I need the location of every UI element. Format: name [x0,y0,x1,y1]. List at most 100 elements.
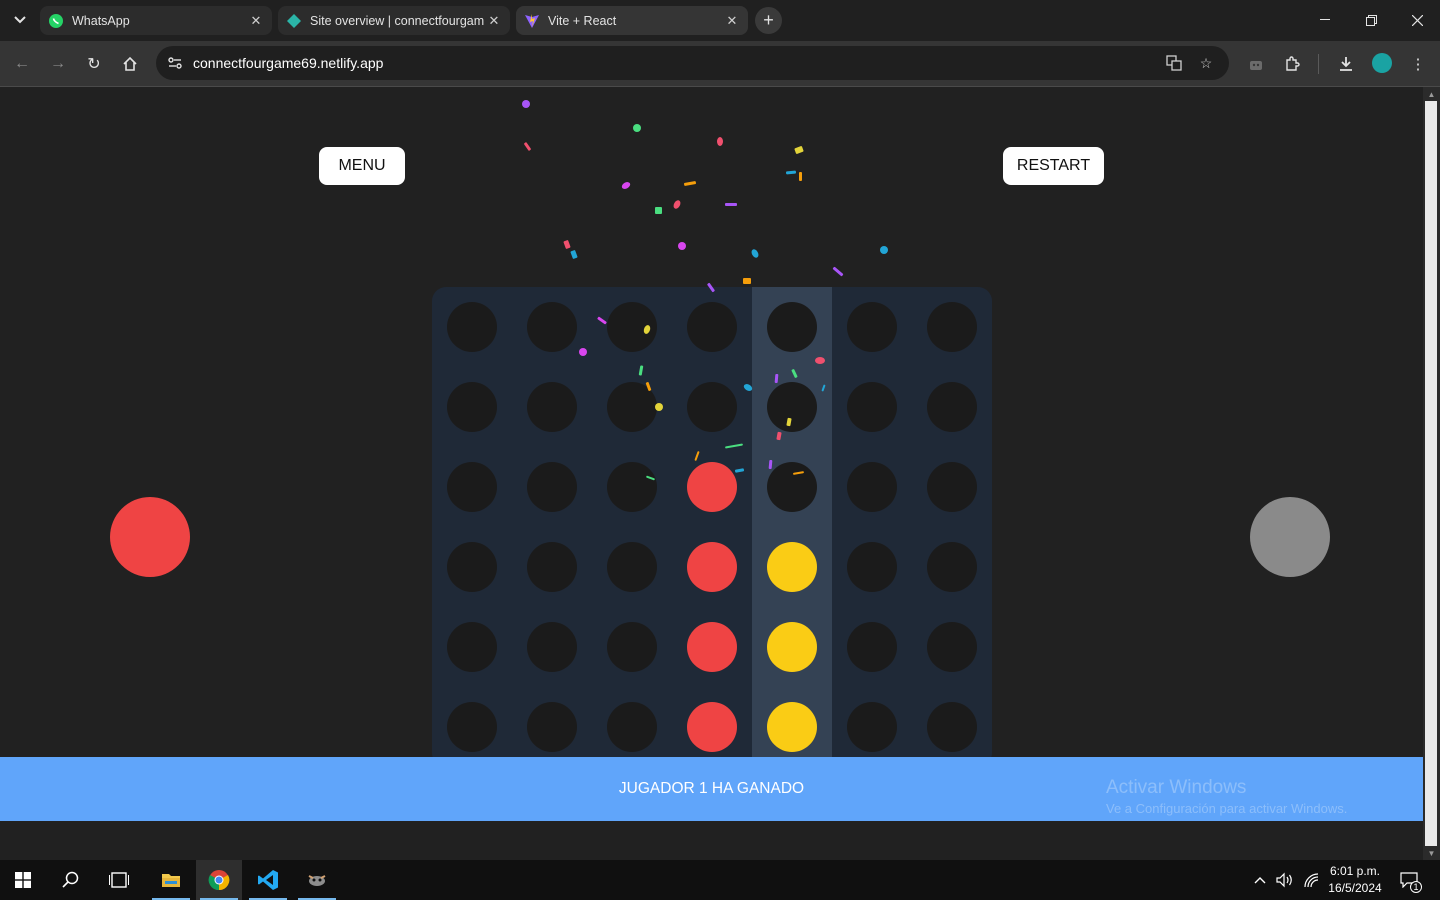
tab-strip: WhatsApp ✕ Site overview | connectfourga… [0,0,1440,41]
site-info-icon[interactable] [164,52,186,74]
volume-button[interactable] [1274,860,1296,900]
page-scrollbar[interactable]: ▲ ▼ [1423,87,1440,860]
empty-slot [847,702,897,752]
red-disc [687,702,737,752]
yellow-disc [767,702,817,752]
close-icon[interactable]: ✕ [486,13,502,29]
empty-slot [527,622,577,672]
confetti-piece [523,141,532,152]
empty-slot [527,462,577,512]
minimize-button[interactable] [1302,0,1348,40]
scroll-down-icon[interactable]: ▼ [1423,846,1440,860]
empty-slot [847,302,897,352]
task-view-button[interactable] [96,860,142,900]
vite-icon [524,13,540,29]
file-explorer-button[interactable] [148,860,194,900]
tab-search-button[interactable] [8,8,32,32]
confetti-piece [750,248,760,259]
empty-slot [607,542,657,592]
tab-whatsapp[interactable]: WhatsApp ✕ [40,6,272,35]
board-column[interactable] [432,287,512,767]
new-tab-button[interactable]: + [755,7,782,34]
empty-slot [527,702,577,752]
confetti-piece [579,348,587,356]
system-clock[interactable]: 6:01 p.m. 16/5/2024 [1320,863,1390,897]
forward-button[interactable]: → [43,49,73,79]
translate-icon[interactable] [1163,52,1185,74]
empty-slot [447,542,497,592]
empty-slot [607,622,657,672]
close-icon[interactable]: ✕ [724,13,740,29]
empty-slot [687,302,737,352]
red-disc [687,622,737,672]
game-board [432,287,992,767]
minimize-icon [1320,19,1330,20]
vscode-icon [258,870,278,890]
empty-slot [847,622,897,672]
empty-slot [527,302,577,352]
restart-button[interactable]: RESTART [1003,147,1104,185]
restore-button[interactable] [1348,0,1394,40]
confetti-piece [678,242,686,250]
show-hidden-icons-button[interactable] [1250,860,1270,900]
confetti-piece [570,249,578,260]
vscode-taskbar-button[interactable] [245,860,291,900]
arrow-left-icon: ← [14,55,30,72]
confetti-piece [633,124,641,132]
netlify-icon [286,13,302,29]
profile-avatar[interactable] [1372,53,1392,73]
browser-toolbar: ← → ↻ connectfourgame69.netlify.app ☆ ⋮ [0,41,1440,87]
address-bar[interactable]: connectfourgame69.netlify.app ☆ [156,46,1229,80]
confetti-piece [522,100,530,108]
board-column[interactable] [512,287,592,767]
restore-icon [1365,14,1377,26]
chrome-taskbar-button[interactable] [196,860,242,900]
speaker-icon [1276,872,1292,888]
home-button[interactable] [115,49,145,79]
whatsapp-icon [48,13,64,29]
empty-slot [927,542,977,592]
action-center-button[interactable]: 1 [1396,860,1422,900]
board-column[interactable] [672,287,752,767]
tab-netlify[interactable]: Site overview | connectfourgam ✕ [278,6,510,35]
confetti-piece [785,170,797,175]
bookmark-star-icon[interactable]: ☆ [1195,52,1217,74]
menu-button[interactable]: MENU [319,147,405,185]
search-button[interactable] [48,860,94,900]
plus-icon: + [763,10,774,30]
game-page: MENU RESTART JUGADOR 1 HA GANADO Activar… [0,87,1423,860]
tab-vite-react[interactable]: Vite + React ✕ [516,6,748,35]
extension-robot-icon[interactable] [1241,49,1271,79]
empty-slot [447,462,497,512]
windows-activation-watermark: Activar Windows Ve a Configuración para … [1106,777,1347,816]
confetti-piece [832,266,844,277]
board-column[interactable] [592,287,672,767]
empty-slot [847,462,897,512]
board-column[interactable] [832,287,912,767]
extensions-puzzle-icon[interactable] [1277,49,1307,79]
empty-slot [767,382,817,432]
close-window-button[interactable] [1394,0,1440,40]
empty-slot [447,302,497,352]
windows-taskbar: 6:01 p.m. 16/5/2024 1 [0,860,1440,900]
downloads-icon[interactable] [1331,49,1361,79]
scrollbar-thumb[interactable] [1425,101,1437,846]
scroll-up-icon[interactable]: ▲ [1423,87,1440,101]
empty-slot [927,702,977,752]
confetti-piece [655,403,663,411]
clock-date: 16/5/2024 [1328,881,1382,895]
wifi-icon [1304,873,1319,888]
menu-kebab-icon[interactable]: ⋮ [1403,49,1433,79]
app-taskbar-button[interactable] [294,860,340,900]
player2-indicator-disc [1250,497,1330,577]
board-column[interactable] [912,287,992,767]
start-button[interactable] [0,860,46,900]
empty-slot [767,302,817,352]
search-icon [62,871,79,888]
network-button[interactable] [1300,860,1322,900]
close-icon[interactable]: ✕ [248,13,264,29]
reload-button[interactable]: ↻ [79,49,109,79]
back-button[interactable]: ← [7,49,37,79]
confetti-piece [672,199,682,210]
empty-slot [527,542,577,592]
